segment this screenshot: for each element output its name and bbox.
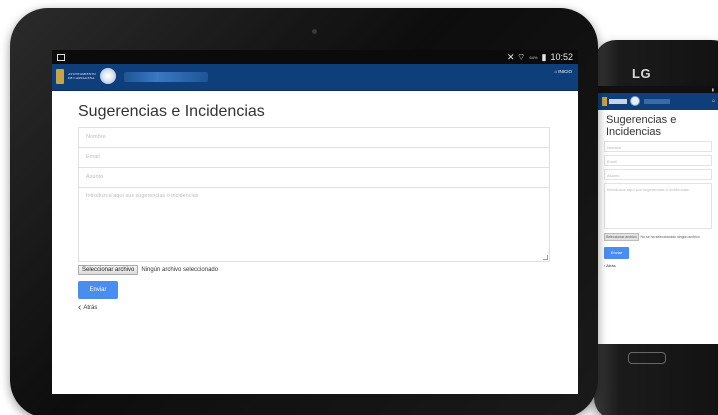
phone-file-button[interactable]: Seleccionar archivo xyxy=(604,233,639,241)
battery-icon: ▮ xyxy=(541,51,547,62)
phone-emblem-icon xyxy=(602,97,607,106)
back-link[interactable]: ‹ Atrás xyxy=(78,302,550,313)
phone-page-title: Sugerencias e Incidencias xyxy=(606,114,677,138)
home-icon: ⌂ xyxy=(554,69,558,74)
home-link[interactable]: ⌂ INICIO xyxy=(555,69,572,74)
phone-status-bar: ▮ xyxy=(598,86,718,93)
file-upload-row: Seleccionar archivo Ningún archivo selec… xyxy=(78,265,550,275)
name-field[interactable]: Nombre xyxy=(78,127,550,147)
back-label: Atrás xyxy=(83,305,98,311)
send-button[interactable]: Enviar xyxy=(78,281,118,299)
wifi-icon: ✕ ⌔ xyxy=(506,51,526,62)
subject-field[interactable]: Asunto xyxy=(78,167,550,187)
site-header: AYUNTAMIENTO DE CARTAGENA ⌂ INICIO xyxy=(52,64,578,91)
phone-message-field[interactable]: Introduzca aquí sus sugerencias o incide… xyxy=(604,183,712,229)
phone-file-status: No se ha seleccionado ningún archivo xyxy=(640,235,700,239)
phone-file-row: Seleccionar archivo No se ha seleccionad… xyxy=(604,233,712,241)
notification-icon xyxy=(57,53,65,61)
phone-town-name xyxy=(609,99,627,104)
phone-header: ⌂ xyxy=(598,93,718,110)
phone-send-button[interactable]: Enviar xyxy=(604,247,629,259)
phone-back-link[interactable]: ‹ Atrás xyxy=(604,263,718,268)
town-name: AYUNTAMIENTO DE CARTAGENA xyxy=(68,72,96,80)
tablet-screen: ✕ ⌔ 64% ▮ 10:52 AYUNTAMIENTO DE CARTAGEN… xyxy=(52,50,578,394)
email-field[interactable]: Email xyxy=(78,147,550,167)
clock: 10:52 xyxy=(550,52,573,62)
file-status: Ningún archivo seleccionado xyxy=(141,267,219,273)
phone-subject-field[interactable]: Asunto xyxy=(604,169,712,180)
home-label: INICIO xyxy=(558,69,572,74)
phone-home-icon[interactable]: ⌂ xyxy=(712,98,715,104)
phone-email-field[interactable]: Email xyxy=(604,155,712,166)
phone-banner xyxy=(644,99,670,104)
main-content: Sugerencias e Incidencias Nombre Email A… xyxy=(52,91,578,313)
phone-screen: ▮ ⌂ Sugerencias e Incidencias Nombre Ema… xyxy=(598,86,718,344)
page-title: Sugerencias e Incidencias xyxy=(78,103,265,120)
phone-name-field[interactable]: Nombre xyxy=(604,141,712,152)
header-banner xyxy=(124,72,208,82)
status-bar: ✕ ⌔ 64% ▮ 10:52 xyxy=(52,50,578,64)
feedback-form: Nombre Email Asunto Introduzca aquí sus … xyxy=(78,127,550,313)
message-textarea[interactable]: Introduzca aquí sus sugerencias o incide… xyxy=(78,187,550,262)
message-placeholder: Introduzca aquí sus sugerencias o incide… xyxy=(86,193,199,199)
seal-icon xyxy=(100,68,116,84)
select-file-button[interactable]: Seleccionar archivo xyxy=(78,265,139,275)
phone-home-button xyxy=(628,352,666,364)
emblem-icon xyxy=(56,69,64,84)
camera-icon xyxy=(312,29,317,34)
phone-brand-logo: LG xyxy=(632,66,652,81)
battery-percent: 64% xyxy=(529,54,538,60)
chevron-left-icon: ‹ xyxy=(78,302,82,313)
phone-back-label: Atrás xyxy=(606,263,616,268)
resize-grip-icon[interactable] xyxy=(543,255,548,260)
tablet-device: ✕ ⌔ 64% ▮ 10:52 AYUNTAMIENTO DE CARTAGEN… xyxy=(10,8,598,415)
phone-seal-icon xyxy=(630,96,640,106)
